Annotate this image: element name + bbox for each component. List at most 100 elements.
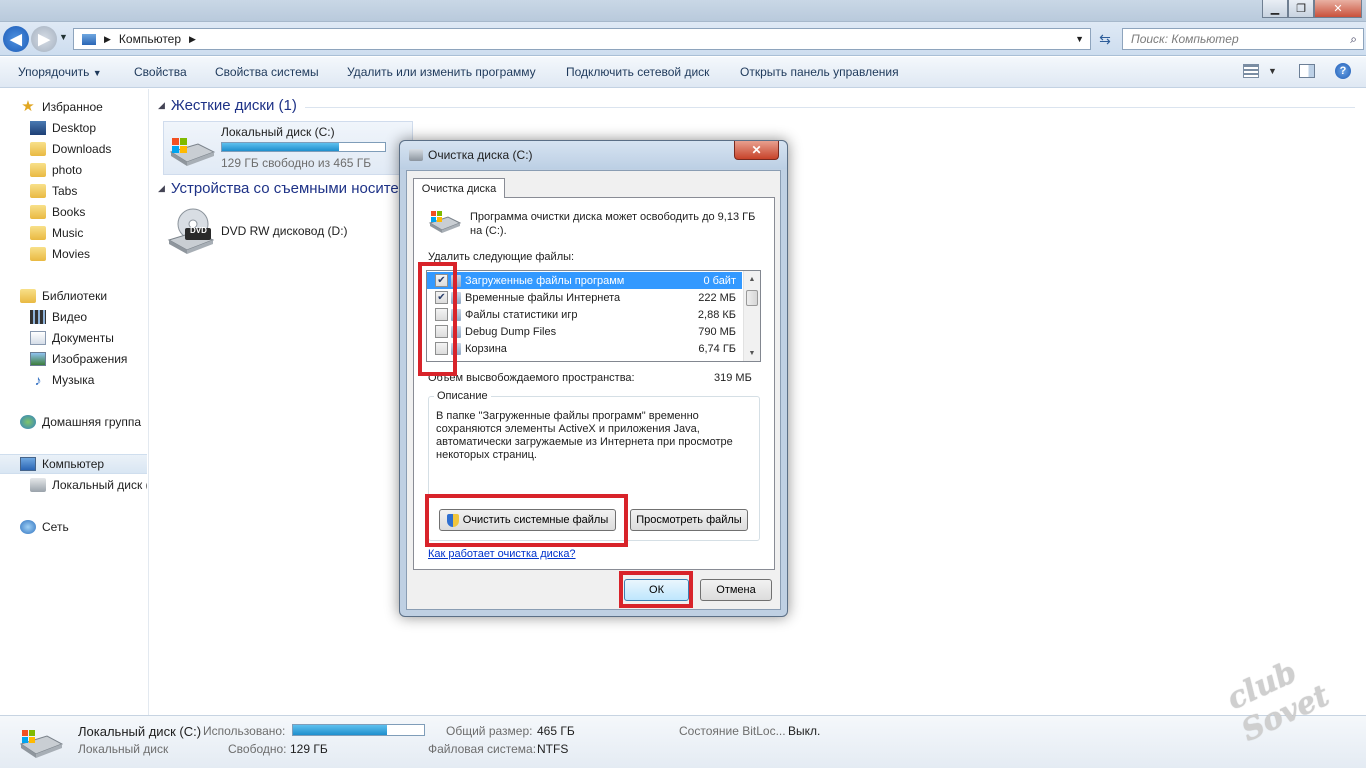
hard-drive-icon <box>30 478 46 492</box>
disk-c-name: Локальный диск (C:) <box>221 125 335 139</box>
properties-button[interactable]: Свойства <box>134 65 187 79</box>
space-value: 319 МБ <box>714 372 752 384</box>
file-row[interactable]: ✔ Загруженные файлы программ 0 байт <box>427 272 742 289</box>
sidebar-item-tabs[interactable]: Tabs <box>0 181 147 201</box>
breadcrumb-computer[interactable]: Компьютер <box>119 32 181 46</box>
sidebar-favorites[interactable]: ★ Избранное <box>0 97 147 117</box>
sidebar-item-images[interactable]: Изображения <box>0 349 147 369</box>
disk-cleanup-icon <box>409 149 423 161</box>
tab-disk-cleanup[interactable]: Очистка диска <box>413 178 505 198</box>
intro-text-line2: на (C:). <box>470 225 507 237</box>
sidebar-label: Библиотеки <box>42 289 108 303</box>
collapse-arrow-icon[interactable]: ◢ <box>158 183 165 194</box>
file-size: 2,88 КБ <box>697 308 736 321</box>
ok-highlight-frame <box>619 571 693 608</box>
breadcrumb-chevron-icon[interactable]: ▶ <box>189 34 196 45</box>
system-properties-button[interactable]: Свойства системы <box>215 65 319 79</box>
close-window-button[interactable]: ✕ <box>1314 0 1362 18</box>
bitlocker-value: Выкл. <box>788 724 821 738</box>
group-divider <box>305 107 1355 108</box>
how-disk-cleanup-works-link[interactable]: Как работает очистка диска? <box>428 548 576 560</box>
sidebar-label: photo <box>52 163 83 177</box>
address-dropdown-icon[interactable]: ▼ <box>1075 34 1084 44</box>
sidebar-item-movies[interactable]: Movies <box>0 244 147 264</box>
documents-library-icon <box>30 331 46 345</box>
sidebar-label: Books <box>52 205 86 219</box>
group-removable[interactable]: ◢ Устройства со съемными носите <box>158 180 399 197</box>
forward-arrow-icon: ▶ <box>38 31 50 48</box>
help-icon[interactable]: ? <box>1335 63 1351 79</box>
sidebar-label: Избранное <box>42 100 103 114</box>
sidebar-item-downloads[interactable]: Downloads <box>0 139 147 159</box>
view-dropdown-icon[interactable]: ▼ <box>1268 66 1277 76</box>
dialog-title: Очистка диска (C:) <box>428 148 533 162</box>
back-button[interactable]: ◀ <box>3 26 29 52</box>
search-placeholder: Поиск: Компьютер <box>1131 32 1239 46</box>
scroll-down-icon[interactable]: ▼ <box>744 345 760 361</box>
organize-button[interactable]: Упорядочить ▼ <box>18 65 102 79</box>
description-line4: некоторых страниц. <box>436 449 537 461</box>
sidebar-label: Изображения <box>52 352 128 366</box>
file-row[interactable]: Файлы статистики игр 2,88 КБ <box>427 306 742 323</box>
minimize-button[interactable]: ▁ <box>1262 0 1288 18</box>
space-label: Объем высвобождаемого пространства: <box>428 372 635 384</box>
details-usage-fill <box>293 725 388 735</box>
open-control-panel-button[interactable]: Открыть панель управления <box>740 65 899 79</box>
group-hard-disks[interactable]: ◢ Жесткие диски (1) <box>158 97 297 114</box>
sidebar-item-local-disk[interactable]: Локальный диск ( <box>0 475 147 495</box>
clean-system-highlight-frame <box>425 494 628 547</box>
details-name: Локальный диск (C:) <box>78 724 202 739</box>
preview-pane-icon[interactable] <box>1299 64 1315 78</box>
description-line1: В папке "Загруженные файлы программ" вре… <box>436 410 699 422</box>
sidebar-item-music[interactable]: Music <box>0 223 147 243</box>
description-line2: сохраняются элементы ActiveX и приложени… <box>436 423 700 435</box>
group-title: Устройства со съемными носите <box>170 180 399 197</box>
dialog-close-button[interactable]: ✕ <box>734 141 779 160</box>
history-dropdown-icon[interactable]: ▼ <box>59 32 68 42</box>
breadcrumb-chevron-icon[interactable]: ▶ <box>104 34 111 45</box>
folder-icon <box>30 247 46 261</box>
dvd-drive-name[interactable]: DVD RW дисковод (D:) <box>221 224 348 238</box>
file-size: 6,74 ГБ <box>698 342 736 355</box>
scroll-thumb[interactable] <box>746 290 758 306</box>
group-title: Жесткие диски (1) <box>170 97 297 114</box>
dvd-label: DVD <box>190 226 207 235</box>
map-network-drive-button[interactable]: Подключить сетевой диск <box>566 65 709 79</box>
sidebar-item-photo[interactable]: photo <box>0 160 147 180</box>
view-options-icon[interactable] <box>1243 64 1259 78</box>
sidebar-label: Сеть <box>42 520 69 534</box>
sidebar-item-video[interactable]: Видео <box>0 307 147 327</box>
uninstall-program-button[interactable]: Удалить или изменить программу <box>347 65 536 79</box>
scroll-up-icon[interactable]: ▲ <box>744 271 760 287</box>
organize-label: Упорядочить <box>18 65 90 79</box>
view-files-button[interactable]: Просмотреть файлы <box>630 509 748 531</box>
sidebar-label: Музыка <box>52 373 95 387</box>
file-row[interactable]: Корзина 6,74 ГБ <box>427 340 742 357</box>
cancel-button[interactable]: Отмена <box>700 579 772 601</box>
sidebar-computer[interactable]: Компьютер <box>0 454 147 474</box>
search-icon[interactable]: ⌕ <box>1350 32 1357 47</box>
dropdown-arrow-icon: ▼ <box>92 68 102 78</box>
file-row[interactable]: Debug Dump Files 790 МБ <box>427 323 742 340</box>
folder-icon <box>30 163 46 177</box>
sidebar-item-books[interactable]: Books <box>0 202 147 222</box>
sidebar-network[interactable]: Сеть <box>0 517 147 537</box>
search-input[interactable]: Поиск: Компьютер ⌕ <box>1122 28 1364 50</box>
forward-button[interactable]: ▶ <box>31 26 57 52</box>
sidebar-libraries[interactable]: Библиотеки <box>0 286 147 306</box>
star-icon: ★ <box>21 98 35 115</box>
file-name: Debug Dump Files <box>465 325 557 338</box>
collapse-arrow-icon[interactable]: ◢ <box>158 100 165 111</box>
sidebar-label: Видео <box>52 310 88 324</box>
sidebar-homegroup[interactable]: Домашняя группа <box>0 412 147 432</box>
file-row[interactable]: ✔ Временные файлы Интернета 222 МБ <box>427 289 742 306</box>
sidebar-item-desktop[interactable]: Desktop <box>0 118 147 138</box>
list-scrollbar[interactable]: ▲ ▼ <box>743 271 760 361</box>
sidebar-item-documents[interactable]: Документы <box>0 328 147 348</box>
images-library-icon <box>30 352 46 366</box>
folder-icon <box>30 205 46 219</box>
sidebar-item-music-library[interactable]: ♪ Музыка <box>0 370 147 390</box>
address-bar[interactable]: ▶ Компьютер ▶ ▼ <box>73 28 1091 50</box>
maximize-button[interactable]: ❐ <box>1288 0 1314 18</box>
refresh-icon[interactable]: ⇆ <box>1095 29 1115 49</box>
